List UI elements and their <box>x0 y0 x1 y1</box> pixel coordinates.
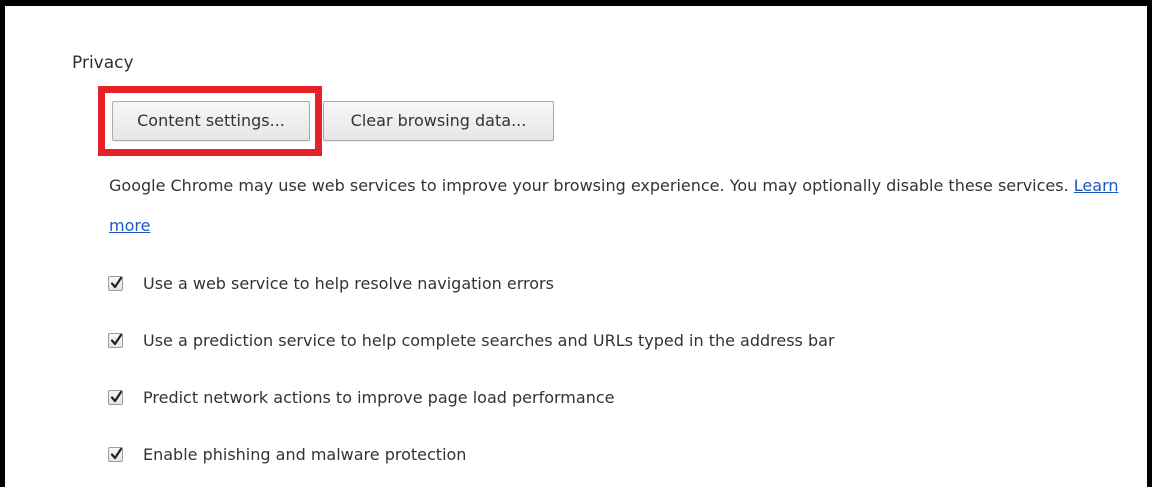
option-label: Use a web service to help resolve naviga… <box>143 273 554 293</box>
checkbox[interactable] <box>108 389 123 405</box>
checkmark-icon <box>110 333 123 345</box>
checkmark-icon <box>110 447 123 459</box>
option-label: Use a prediction service to help complet… <box>143 330 835 350</box>
checkbox[interactable] <box>108 332 123 348</box>
option-phishing-protection[interactable]: Enable phishing and malware protection <box>108 443 466 465</box>
clear-browsing-data-button[interactable]: Clear browsing data... <box>323 101 554 141</box>
content-settings-button[interactable]: Content settings... <box>112 101 310 141</box>
checkbox[interactable] <box>108 275 123 291</box>
option-label: Predict network actions to improve page … <box>143 387 615 407</box>
settings-panel: Privacy Content settings... Clear browsi… <box>0 0 1152 487</box>
option-prediction-service[interactable]: Use a prediction service to help complet… <box>108 329 835 351</box>
option-label: Enable phishing and malware protection <box>143 444 467 464</box>
checkbox[interactable] <box>108 446 123 462</box>
option-navigation-errors[interactable]: Use a web service to help resolve naviga… <box>108 272 554 294</box>
option-predict-network[interactable]: Predict network actions to improve page … <box>108 386 614 408</box>
description-text: Google Chrome may use web services to im… <box>109 176 1069 195</box>
section-title: Privacy <box>72 53 134 73</box>
checkmark-icon <box>110 276 123 288</box>
checkmark-icon <box>110 390 123 402</box>
privacy-description: Google Chrome may use web services to im… <box>109 166 1139 246</box>
